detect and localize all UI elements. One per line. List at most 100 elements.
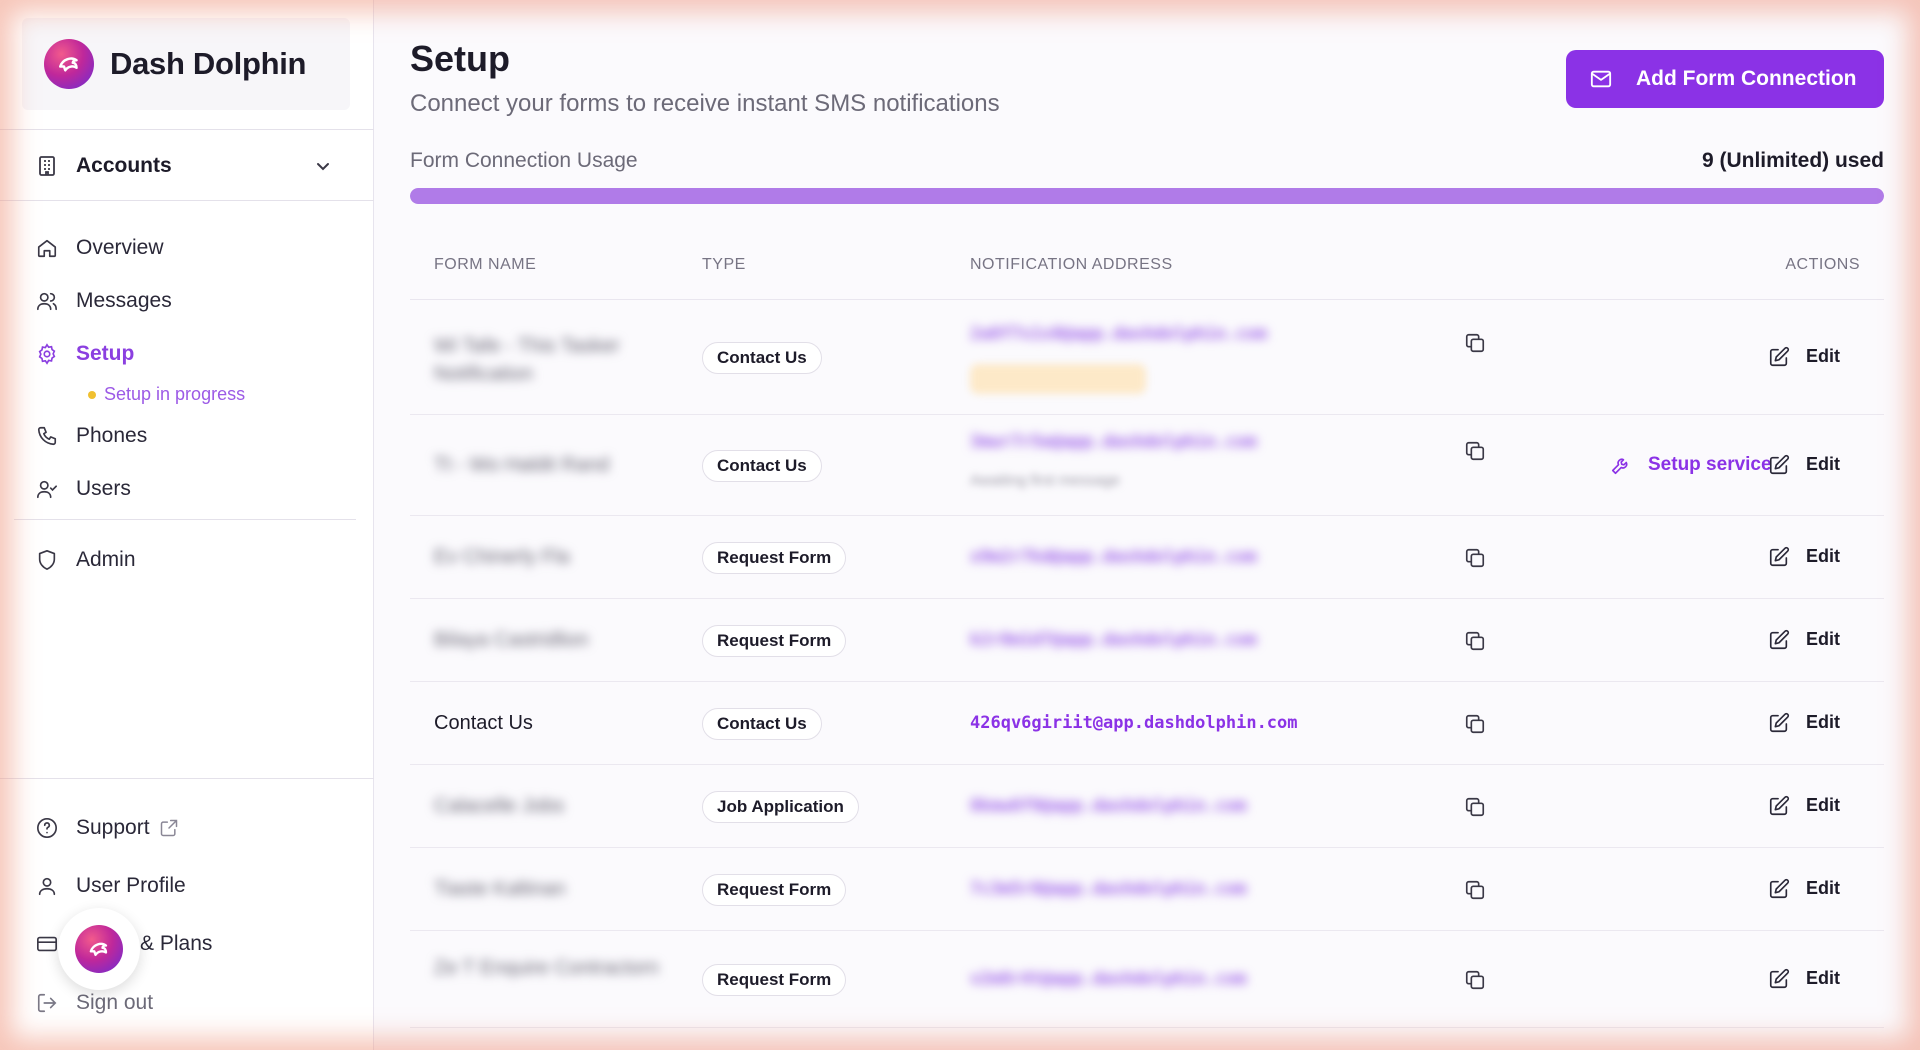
sidebar-item-label: User Profile <box>76 874 186 897</box>
notification-address: 8kmw6f9@app.dashdolphin.com <box>970 795 1247 816</box>
add-form-connection-label: Add Form Connection <box>1636 67 1857 90</box>
edit-label: Edit <box>1806 878 1840 898</box>
table-row: Tiaste Kaltinan Request Form 7c3m5r8@app.d… <box>410 848 1884 931</box>
table-row: Bilaya Castridlion Request Form k2r8m1d7@a… <box>410 599 1884 682</box>
help-circle-icon <box>36 817 58 839</box>
copy-icon[interactable] <box>1464 879 1486 901</box>
type-badge: Contact Us <box>702 707 822 740</box>
table-body: Wi Tafe - This Tasker Notification Contac… <box>410 300 1884 1028</box>
page-subtitle: Connect your forms to receive instant SM… <box>410 90 1000 117</box>
edit-button[interactable]: Edit <box>1768 878 1840 900</box>
sidebar-item-label: Overview <box>76 236 164 259</box>
dolphin-logo-icon <box>75 925 123 973</box>
usage-progress-bar <box>410 188 1884 204</box>
sidebar: Dash Dolphin Accounts Overview Messages … <box>0 0 374 1050</box>
edit-label: Edit <box>1806 346 1840 366</box>
notification-address: x9m2r7kd@app.dashdolphin.com <box>970 546 1257 567</box>
sidebar-item-support[interactable]: Support <box>36 808 336 848</box>
column-header-type: Type <box>702 256 746 273</box>
notification-address: 7c3m5r8@app.dashdolphin.com <box>970 878 1247 899</box>
main-content: Setup Connect your forms to receive inst… <box>374 0 1920 1050</box>
type-badge: Request Form <box>702 873 847 906</box>
edit-label: Edit <box>1806 795 1840 815</box>
type-badge: Job Application <box>702 790 859 823</box>
sidebar-item-messages[interactable]: Messages <box>36 281 336 321</box>
gear-icon <box>36 343 58 365</box>
copy-icon[interactable] <box>1464 630 1486 652</box>
user-check-icon <box>36 478 58 500</box>
edit-button[interactable]: Edit <box>1768 346 1840 368</box>
divider <box>14 519 356 520</box>
edit-button[interactable]: Edit <box>1768 454 1840 476</box>
form-name-cell: Calacelle Jobs <box>434 794 565 817</box>
setup-service-label: Setup service <box>1648 453 1772 475</box>
edit-label: Edit <box>1806 968 1840 988</box>
sidebar-item-overview[interactable]: Overview <box>36 228 336 268</box>
setup-service-button[interactable]: Setup service <box>1610 454 1772 476</box>
edit-button[interactable]: Edit <box>1768 968 1840 990</box>
column-header-form-name: Form Name <box>434 256 537 273</box>
notification-address: 2a8f7s1s8@app.dashdolphin.com <box>970 323 1267 344</box>
notification-address: v2m8r4t@app.dashdolphin.com <box>970 968 1247 989</box>
building-icon <box>36 155 58 177</box>
type-badge: Contact Us <box>702 341 822 374</box>
sidebar-item-admin[interactable]: Admin <box>36 540 336 580</box>
table-row: Ze T Enquire Contractorn Request Form v2m8… <box>410 931 1884 1028</box>
copy-icon[interactable] <box>1464 332 1486 354</box>
copy-icon[interactable] <box>1464 969 1486 991</box>
sidebar-item-label: & Plans <box>140 932 213 955</box>
edit-button[interactable]: Edit <box>1768 712 1840 734</box>
page-title: Setup <box>410 38 511 79</box>
brand[interactable]: Dash Dolphin <box>22 18 350 110</box>
form-name-cell: Wi Tafe - This Tasker Notification <box>434 334 620 385</box>
edit-icon <box>1768 712 1790 734</box>
address-subline: Awaiting first message <box>970 471 1120 489</box>
add-form-connection-button[interactable]: Add Form Connection <box>1566 50 1884 108</box>
form-connections-table: Form Name Type Notification Address Acti… <box>410 232 1884 1028</box>
users-icon <box>36 290 58 312</box>
type-badge: Contact Us <box>702 449 822 482</box>
edit-icon <box>1768 968 1790 990</box>
sidebar-item-user-profile[interactable]: User Profile <box>36 866 336 906</box>
form-name-cell: Contact Us <box>434 711 533 734</box>
edit-icon <box>1768 629 1790 651</box>
chat-launcher-button[interactable] <box>58 908 140 990</box>
wrench-icon <box>1610 454 1632 476</box>
type-badge: Request Form <box>702 624 847 657</box>
sidebar-item-phones[interactable]: Phones <box>36 416 336 456</box>
column-header-actions: Actions <box>1785 256 1860 273</box>
shield-icon <box>36 549 58 571</box>
form-name-cell: Ev Chinerly Fla <box>434 545 570 568</box>
sidebar-item-label: Phones <box>76 424 148 447</box>
copy-icon[interactable] <box>1464 547 1486 569</box>
accounts-dropdown[interactable]: Accounts <box>36 144 336 188</box>
edit-icon <box>1768 878 1790 900</box>
edit-label: Edit <box>1806 546 1840 566</box>
type-badge: Request Form <box>702 963 847 996</box>
sidebar-item-users[interactable]: Users <box>36 469 336 509</box>
brand-name: Dash Dolphin <box>110 46 307 81</box>
sidebar-item-setup[interactable]: Setup <box>36 334 336 374</box>
edit-button[interactable]: Edit <box>1768 546 1840 568</box>
copy-icon[interactable] <box>1464 440 1486 462</box>
edit-button[interactable]: Edit <box>1768 795 1840 817</box>
copy-icon[interactable] <box>1464 713 1486 735</box>
table-row: Contact Us Contact Us 426qv6giriit@app.das… <box>410 682 1884 765</box>
form-name-cell: Tt - Wo Haldit Rand <box>434 453 610 476</box>
edit-icon <box>1768 795 1790 817</box>
sidebar-item-sign-out[interactable]: Sign out <box>36 983 336 1023</box>
table-row: Wi Tafe - This Tasker Notification Contac… <box>410 300 1884 415</box>
edit-icon <box>1768 546 1790 568</box>
sidebar-item-label: Admin <box>76 548 136 571</box>
copy-icon[interactable] <box>1464 796 1486 818</box>
sidebar-item-label: Sign out <box>76 991 154 1014</box>
usage-label: Form Connection Usage <box>410 149 638 172</box>
sidebar-item-label: Setup <box>76 342 135 365</box>
table-header: Form Name Type Notification Address Acti… <box>410 232 1884 300</box>
edit-button[interactable]: Edit <box>1768 629 1840 651</box>
sidebar-item-label: Messages <box>76 289 172 312</box>
external-link-icon <box>158 817 180 839</box>
sign-out-icon <box>36 992 58 1014</box>
mail-icon <box>1590 68 1612 90</box>
divider <box>0 778 374 779</box>
